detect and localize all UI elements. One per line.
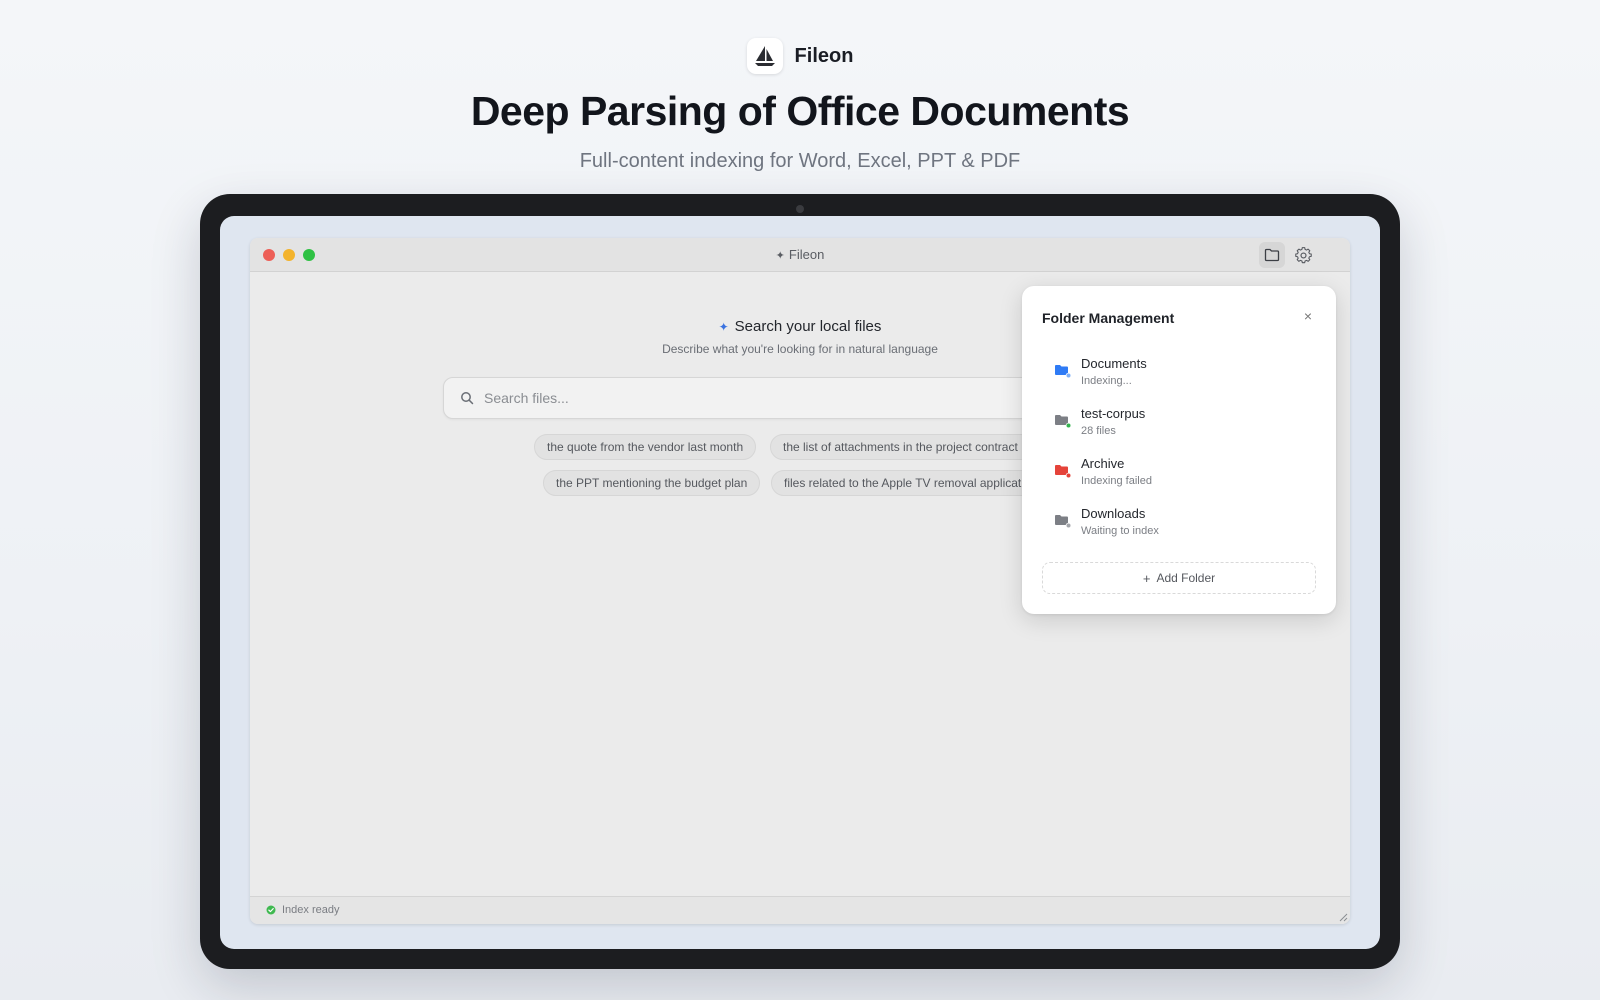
search-heading-text: Search your local files xyxy=(734,318,882,335)
folder-name: Downloads xyxy=(1081,506,1146,521)
folder-management-button[interactable] xyxy=(1259,242,1285,268)
settings-button[interactable] xyxy=(1290,242,1316,268)
suggestion-chip[interactable]: the PPT mentioning the budget plan xyxy=(543,470,761,496)
folder-name: test-corpus xyxy=(1081,406,1146,421)
sparkle-icon: ✦ xyxy=(718,320,729,334)
folder-status: Waiting to index xyxy=(1081,525,1159,537)
panel-title: Folder Management xyxy=(1042,310,1175,326)
gear-icon xyxy=(1294,246,1312,263)
folder-item-downloads[interactable]: Downloads Waiting to index xyxy=(1042,500,1316,546)
folder-icon xyxy=(1264,248,1280,262)
add-folder-button[interactable]: + Add Folder xyxy=(1042,562,1316,594)
tablet-frame: ✦ Fileon ✦ Search your local files Descr… xyxy=(200,194,1400,969)
folder-icon xyxy=(1055,465,1072,479)
device-screen: ✦ Fileon ✦ Search your local files Descr… xyxy=(220,216,1380,949)
status-bar: Index ready xyxy=(250,896,1350,924)
add-folder-label: Add Folder xyxy=(1156,571,1216,585)
check-circle-icon xyxy=(266,905,276,915)
camera-dot xyxy=(796,205,804,213)
folder-status: 28 files xyxy=(1081,425,1116,437)
folder-name: Archive xyxy=(1081,456,1125,471)
folder-item-archive[interactable]: Archive Indexing failed xyxy=(1042,450,1316,496)
folder-status: Indexing... xyxy=(1081,375,1132,387)
folder-item-documents[interactable]: Documents Indexing... xyxy=(1042,350,1316,396)
folder-item-test-corpus[interactable]: test-corpus 28 files xyxy=(1042,400,1316,446)
window-title: ✦ Fileon xyxy=(250,247,1350,262)
folder-name: Documents xyxy=(1081,356,1147,371)
plus-icon: + xyxy=(1142,570,1151,586)
brand-name: Fileon xyxy=(794,44,854,67)
folder-icon xyxy=(1055,515,1072,529)
folder-status: Indexing failed xyxy=(1081,475,1152,487)
sparkle-icon: ✦ xyxy=(775,250,785,262)
status-text: Index ready xyxy=(282,904,340,916)
close-icon[interactable]: × xyxy=(1298,306,1318,326)
suggestion-chip[interactable]: the quote from the vendor last month xyxy=(534,434,757,460)
window-titlebar[interactable]: ✦ Fileon xyxy=(250,238,1350,272)
search-icon xyxy=(461,392,474,405)
hero-headline: Deep Parsing of Office Documents xyxy=(470,88,1130,134)
brand-header: Fileon xyxy=(0,38,1600,74)
resize-handle-icon[interactable] xyxy=(1338,912,1348,922)
app-window: ✦ Fileon ✦ Search your local files Descr… xyxy=(250,238,1350,924)
window-title-text: Fileon xyxy=(788,247,825,262)
folder-icon xyxy=(1055,415,1072,429)
hero-subheadline: Full-content indexing for Word, Excel, P… xyxy=(579,150,1021,172)
folder-icon xyxy=(1055,365,1072,379)
sailboat-icon xyxy=(746,38,783,74)
folder-management-panel: Folder Management × Documents Indexing..… xyxy=(1022,286,1336,614)
